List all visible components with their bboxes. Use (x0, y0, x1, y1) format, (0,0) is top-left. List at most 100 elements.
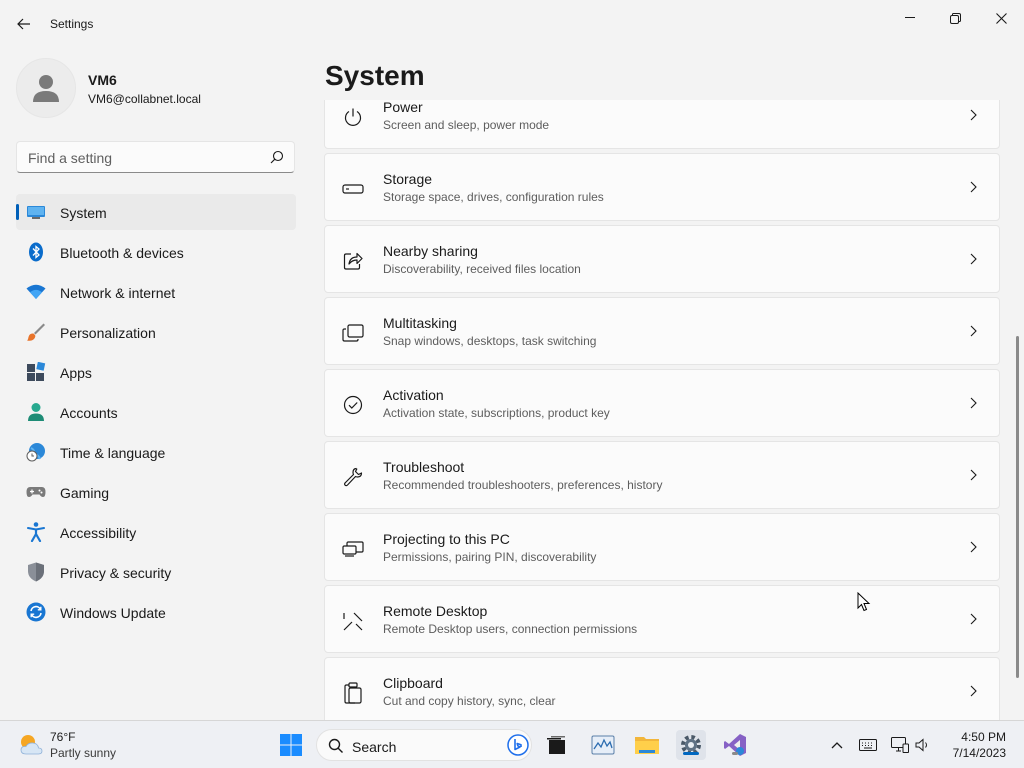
share-icon (342, 250, 364, 272)
sidebar-item-accounts[interactable]: Accounts (16, 394, 296, 430)
card-subtitle: Cut and copy history, sync, clear (383, 694, 556, 708)
close-icon (995, 12, 1007, 24)
card-power[interactable]: Power Screen and sleep, power mode (324, 100, 1000, 149)
card-subtitle: Snap windows, desktops, task switching (383, 334, 597, 348)
weather-temperature: 76°F (50, 730, 76, 744)
scrollbar[interactable] (1016, 336, 1019, 678)
card-title: Nearby sharing (383, 243, 478, 259)
resource-monitor-icon (591, 735, 615, 755)
search-icon (328, 738, 343, 753)
taskbar-app-file-explorer[interactable] (632, 730, 662, 760)
keyboard-button[interactable] (858, 735, 878, 755)
volume-button[interactable] (913, 735, 933, 755)
chevron-up-icon (831, 742, 843, 749)
card-title: Multitasking (383, 315, 457, 331)
chevron-right-icon (967, 108, 979, 122)
sidebar-item-bluetooth[interactable]: Bluetooth & devices (16, 234, 296, 270)
card-clipboard[interactable]: Clipboard Cut and copy history, sync, cl… (324, 657, 1000, 720)
card-title: Troubleshoot (383, 459, 465, 475)
partly-sunny-icon (20, 735, 43, 755)
sidebar-item-apps[interactable]: Apps (16, 354, 296, 390)
card-nearby-sharing[interactable]: Nearby sharing Discoverability, received… (324, 225, 1000, 293)
chevron-right-icon (967, 612, 979, 626)
sidebar-nav: System Bluetooth & devices Network & int… (16, 194, 296, 634)
card-multitasking[interactable]: Multitasking Snap windows, desktops, tas… (324, 297, 1000, 365)
search-input[interactable]: Find a setting (28, 150, 112, 166)
sidebar-item-network[interactable]: Network & internet (16, 274, 296, 310)
card-title: Power (383, 100, 423, 115)
sidebar-item-time-language[interactable]: Time & language (16, 434, 296, 470)
sidebar-item-label: Privacy & security (60, 565, 172, 581)
back-button[interactable] (12, 12, 36, 36)
card-title: Projecting to this PC (383, 531, 510, 547)
multitasking-icon (342, 322, 364, 344)
sidebar-item-label: Bluetooth & devices (60, 245, 184, 261)
sidebar-item-system[interactable]: System (16, 194, 296, 230)
user-profile[interactable]: VM6 VM6@collabnet.local (16, 58, 296, 120)
power-icon (342, 106, 364, 128)
chevron-right-icon (967, 324, 979, 338)
close-button[interactable] (978, 4, 1024, 32)
chevron-right-icon (967, 684, 979, 698)
mouse-cursor-icon (857, 592, 871, 612)
accessibility-icon (26, 522, 46, 542)
card-storage[interactable]: Storage Storage space, drives, configura… (324, 153, 1000, 221)
network-icon (891, 737, 909, 753)
update-icon (26, 602, 46, 622)
task-view-button[interactable] (541, 730, 571, 760)
start-button[interactable] (276, 730, 306, 760)
clock-date: 7/14/2023 (952, 746, 1006, 760)
show-hidden-icons-button[interactable] (827, 735, 847, 755)
sidebar-item-label: System (60, 205, 107, 221)
sidebar-item-personalization[interactable]: Personalization (16, 314, 296, 350)
minimize-icon (905, 17, 915, 18)
sidebar-item-accessibility[interactable]: Accessibility (16, 514, 296, 550)
projecting-icon (342, 538, 364, 560)
card-projecting[interactable]: Projecting to this PC Permissions, pairi… (324, 513, 1000, 581)
minimize-button[interactable] (887, 4, 933, 32)
active-app-indicator (683, 752, 699, 755)
chevron-right-icon (967, 180, 979, 194)
sidebar-item-label: Accounts (60, 405, 118, 421)
sidebar-item-label: Accessibility (60, 525, 137, 541)
find-setting-search[interactable]: Find a setting (16, 141, 295, 173)
card-remote-desktop[interactable]: Remote Desktop Remote Desktop users, con… (324, 585, 1000, 653)
sidebar-item-label: Time & language (60, 445, 166, 461)
chevron-right-icon (967, 396, 979, 410)
profile-email: VM6@collabnet.local (88, 92, 201, 106)
sidebar-item-label: Windows Update (60, 605, 166, 621)
sidebar-item-label: Apps (60, 365, 92, 381)
network-status-button[interactable] (890, 735, 910, 755)
restore-button[interactable] (932, 4, 978, 32)
wrench-icon (342, 466, 364, 488)
page-title: System (325, 60, 425, 91)
taskbar-app-settings[interactable] (676, 730, 706, 760)
taskbar: 76°F Partly sunny Search 4:50 PM 7/14/20… (0, 720, 1024, 768)
sidebar-item-gaming[interactable]: Gaming (16, 474, 296, 510)
bluetooth-icon (26, 242, 46, 262)
card-activation[interactable]: Activation Activation state, subscriptio… (324, 369, 1000, 437)
card-troubleshoot[interactable]: Troubleshoot Recommended troubleshooters… (324, 441, 1000, 509)
taskbar-app-visual-studio[interactable] (720, 730, 750, 760)
window-title: Settings (50, 17, 94, 31)
remote-desktop-icon (342, 610, 364, 632)
card-title: Remote Desktop (383, 603, 488, 619)
folder-icon (635, 737, 659, 754)
user-icon (33, 75, 59, 102)
card-subtitle: Storage space, drives, configuration rul… (383, 190, 604, 204)
running-app-indicator (732, 752, 738, 755)
taskbar-search[interactable]: Search (316, 729, 532, 761)
taskbar-app-monitor[interactable] (588, 730, 618, 760)
sidebar-item-windows-update[interactable]: Windows Update (16, 594, 296, 630)
chevron-right-icon (967, 468, 979, 482)
account-icon (26, 402, 46, 422)
wifi-icon (26, 282, 46, 302)
chevron-right-icon (967, 540, 979, 554)
sidebar-item-privacy[interactable]: Privacy & security (16, 554, 296, 590)
brush-icon (26, 322, 46, 342)
check-circle-icon (342, 394, 364, 416)
card-subtitle: Recommended troubleshooters, preferences… (383, 478, 663, 492)
card-subtitle: Remote Desktop users, connection permiss… (383, 622, 638, 636)
search-icon (270, 150, 284, 164)
shield-icon (26, 562, 46, 582)
